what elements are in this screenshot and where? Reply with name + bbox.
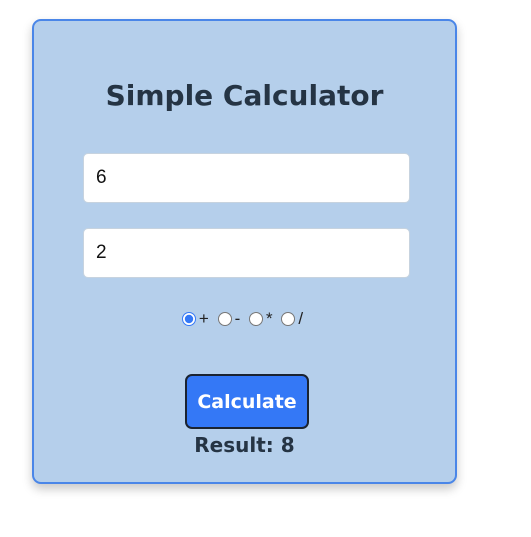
second-number-input[interactable] [83, 228, 410, 278]
calculate-button[interactable]: Calculate [185, 374, 309, 429]
result-value: 8 [280, 433, 295, 457]
add-radio[interactable] [181, 312, 196, 326]
page-title: Simple Calculator [105, 79, 384, 112]
add-label: + [198, 309, 209, 328]
result-display: Result: 8 [34, 432, 455, 458]
multiply-label: * [265, 309, 273, 328]
operation-option-divide[interactable]: / [281, 308, 307, 330]
first-number-input[interactable] [83, 153, 410, 203]
divide-label: / [298, 309, 304, 328]
operation-radio-group: + - * / [34, 308, 455, 332]
multiply-radio[interactable] [248, 312, 263, 326]
operation-option-subtract[interactable]: - [217, 308, 245, 330]
divide-radio[interactable] [281, 312, 296, 326]
operation-option-add[interactable]: + [181, 308, 213, 330]
subtract-radio[interactable] [217, 312, 232, 326]
subtract-label: - [234, 309, 241, 328]
calculator-card: Simple Calculator + - * / Calculate Resu… [32, 19, 457, 484]
operation-option-multiply[interactable]: * [248, 308, 277, 330]
result-label: Result: [194, 433, 274, 457]
